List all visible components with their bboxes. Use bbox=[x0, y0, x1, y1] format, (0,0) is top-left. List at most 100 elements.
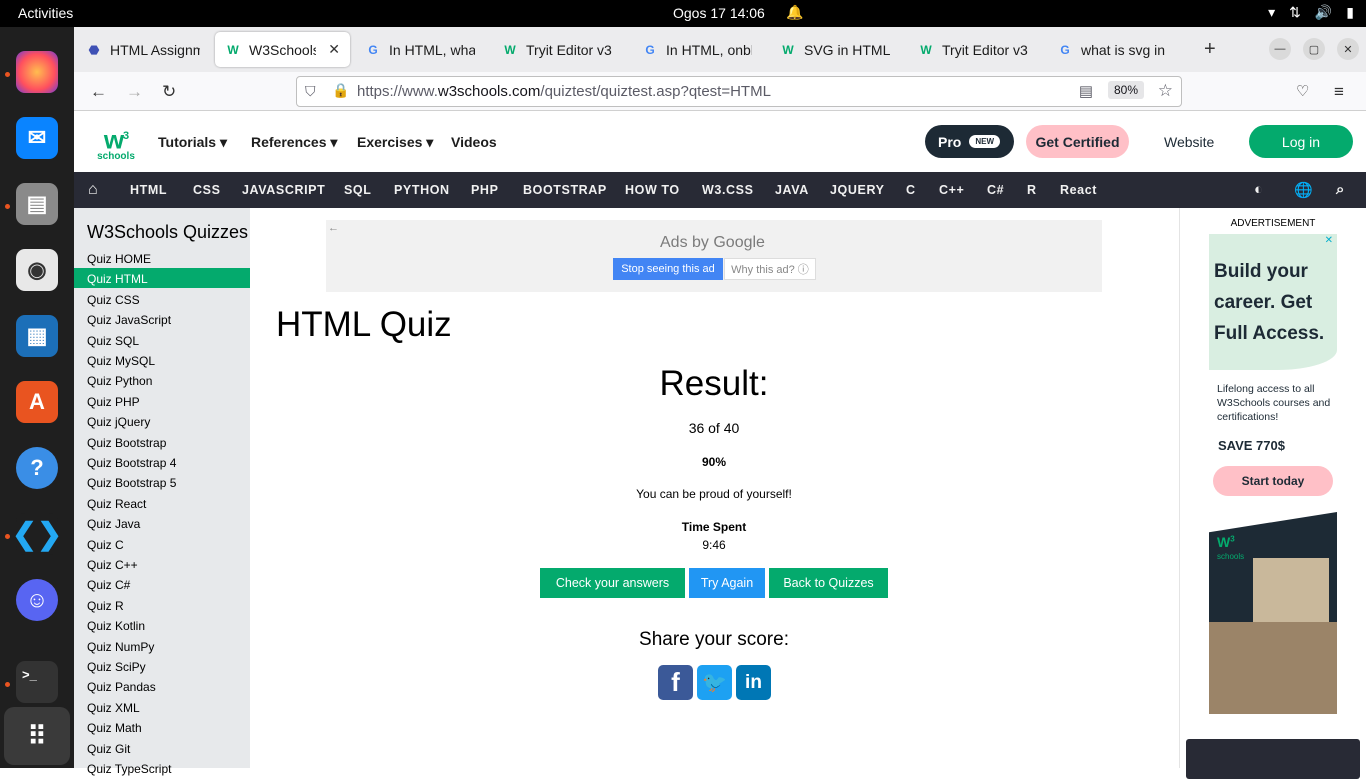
topnav-howto[interactable]: HOW TO bbox=[625, 183, 680, 197]
pro-button[interactable]: Pro NEW bbox=[925, 125, 1014, 158]
system-clock[interactable]: Ogos 17 14:06 bbox=[673, 5, 765, 21]
pocket-icon[interactable]: ♡ bbox=[1296, 82, 1309, 100]
topnav-jquery[interactable]: JQUERY bbox=[830, 183, 885, 197]
globe-icon[interactable]: 🌐 bbox=[1294, 181, 1313, 199]
facebook-share-icon[interactable]: f bbox=[658, 665, 693, 700]
sidebar-item-quiz-r[interactable]: Quiz R bbox=[74, 595, 250, 615]
back-icon[interactable]: ← bbox=[90, 82, 107, 102]
url-text[interactable]: https://www.w3schools.com/quiztest/quizt… bbox=[357, 83, 771, 100]
reader-view-icon[interactable]: ▤ bbox=[1079, 82, 1093, 100]
videos-menu[interactable]: Videos bbox=[451, 134, 497, 150]
twitter-share-icon[interactable]: 🐦 bbox=[697, 665, 732, 700]
sidebar-item-quiz-bootstrap-5[interactable]: Quiz Bootstrap 5 bbox=[74, 472, 250, 492]
discord-icon[interactable]: ☺ bbox=[16, 579, 58, 621]
firefox-icon[interactable] bbox=[16, 51, 58, 93]
topnav-sql[interactable]: SQL bbox=[344, 183, 372, 197]
topnav-php[interactable]: PHP bbox=[471, 183, 499, 197]
try-again-button[interactable]: Try Again bbox=[689, 568, 765, 598]
minimize-icon[interactable]: — bbox=[1269, 38, 1291, 60]
search-icon[interactable]: ⌕ bbox=[1336, 181, 1345, 198]
sidebar-item-quiz-pandas[interactable]: Quiz Pandas bbox=[74, 676, 250, 696]
forward-icon[interactable]: → bbox=[126, 82, 143, 102]
sidebar-item-quiz-jquery[interactable]: Quiz jQuery bbox=[74, 411, 250, 431]
w3schools-ad[interactable]: Build your career. Get Full Access. ✕ Li… bbox=[1209, 234, 1337, 714]
close-window-icon[interactable]: ✕ bbox=[1337, 38, 1359, 60]
reload-icon[interactable]: ↻ bbox=[162, 82, 176, 102]
tab-tryit-editor[interactable]: W Tryit Editor v3 bbox=[492, 32, 622, 67]
help-icon[interactable]: ? bbox=[16, 447, 58, 489]
why-this-ad-button[interactable]: Why this ad? ⓘ bbox=[724, 258, 816, 280]
ad-close-icon[interactable]: ✕ bbox=[1325, 235, 1333, 246]
url-bar[interactable]: ⛉ 🔒 https://www.w3schools.com/quiztest/q… bbox=[296, 76, 1182, 107]
sidebar-item-quiz-sql[interactable]: Quiz SQL bbox=[74, 330, 250, 350]
check-answers-button[interactable]: Check your answers bbox=[540, 568, 685, 598]
topnav-cpp[interactable]: C++ bbox=[939, 183, 964, 197]
topnav-react[interactable]: React bbox=[1060, 183, 1097, 197]
activities-button[interactable]: Activities bbox=[18, 5, 73, 21]
sidebar-item-quiz-php[interactable]: Quiz PHP bbox=[74, 391, 250, 411]
topnav-css[interactable]: CSS bbox=[193, 183, 221, 197]
bottom-ad-box[interactable] bbox=[1186, 739, 1360, 779]
topnav-javascript[interactable]: JAVASCRIPT bbox=[242, 183, 325, 197]
terminal-icon[interactable]: >_ bbox=[16, 661, 58, 703]
sidebar-item-quiz-python[interactable]: Quiz Python bbox=[74, 370, 250, 390]
references-menu[interactable]: References ▾ bbox=[251, 134, 337, 151]
sidebar-item-quiz-scipy[interactable]: Quiz SciPy bbox=[74, 656, 250, 676]
menu-icon[interactable]: ≡ bbox=[1334, 82, 1344, 102]
topnav-java[interactable]: JAVA bbox=[775, 183, 809, 197]
home-icon[interactable]: ⌂ bbox=[88, 181, 98, 199]
ad-back-icon[interactable]: ← bbox=[328, 222, 339, 234]
lock-icon[interactable]: 🔒 bbox=[332, 82, 349, 99]
topnav-csharp[interactable]: C# bbox=[987, 183, 1004, 197]
back-to-quizzes-button[interactable]: Back to Quizzes bbox=[769, 568, 888, 598]
sidebar-item-quiz-html[interactable]: Quiz HTML bbox=[74, 268, 250, 289]
vscode-icon[interactable]: ❮❯ bbox=[12, 513, 62, 555]
system-tray[interactable]: ▾ ⇅ 🔊 ▮ bbox=[1268, 4, 1354, 21]
show-apps-icon[interactable]: ⠿ bbox=[4, 707, 70, 765]
tab-svg-in-html[interactable]: W SVG in HTML bbox=[770, 32, 900, 67]
topnav-c[interactable]: C bbox=[906, 183, 916, 197]
thunderbird-icon[interactable]: ✉ bbox=[16, 117, 58, 159]
sidebar-item-quiz-kotlin[interactable]: Quiz Kotlin bbox=[74, 615, 250, 635]
tab-html-assignment[interactable]: ⬣ HTML Assignm bbox=[76, 32, 210, 67]
start-today-button[interactable]: Start today bbox=[1213, 466, 1333, 496]
sidebar-item-quiz-java[interactable]: Quiz Java bbox=[74, 513, 250, 533]
sidebar-item-quiz-git[interactable]: Quiz Git bbox=[74, 738, 250, 758]
topnav-r[interactable]: R bbox=[1027, 183, 1037, 197]
tab-google-search[interactable]: G In HTML, what bbox=[355, 32, 485, 67]
new-tab-icon[interactable]: + bbox=[1194, 32, 1226, 67]
tab-google-search[interactable]: G In HTML, onbl bbox=[632, 32, 762, 67]
sidebar-item-quiz-bootstrap-4[interactable]: Quiz Bootstrap 4 bbox=[74, 452, 250, 472]
sidebar-item-quiz-xml[interactable]: Quiz XML bbox=[74, 697, 250, 717]
tab-tryit-editor[interactable]: W Tryit Editor v3 bbox=[908, 32, 1038, 67]
sidebar-item-quiz-home[interactable]: Quiz HOME bbox=[74, 248, 250, 268]
tracking-shield-icon[interactable]: ⛉ bbox=[305, 83, 316, 100]
login-button[interactable]: Log in bbox=[1249, 125, 1353, 158]
sidebar-item-quiz-javascript[interactable]: Quiz JavaScript bbox=[74, 309, 250, 329]
close-tab-icon[interactable]: ✕ bbox=[328, 41, 340, 58]
topnav-python[interactable]: PYTHON bbox=[394, 183, 450, 197]
sidebar-item-quiz-typescript[interactable]: Quiz TypeScript bbox=[74, 758, 250, 778]
stop-seeing-ad-button[interactable]: Stop seeing this ad bbox=[613, 258, 723, 280]
exercises-menu[interactable]: Exercises ▾ bbox=[357, 134, 433, 151]
zoom-level[interactable]: 80% bbox=[1107, 81, 1144, 99]
tab-w3schools[interactable]: W W3Schools ✕ bbox=[215, 32, 350, 67]
dark-mode-icon[interactable]: ◐ bbox=[1254, 181, 1264, 198]
topnav-html[interactable]: HTML bbox=[130, 183, 167, 197]
sidebar-item-quiz-bootstrap[interactable]: Quiz Bootstrap bbox=[74, 432, 250, 452]
sidebar-item-quiz-c#[interactable]: Quiz C# bbox=[74, 574, 250, 594]
sidebar-item-quiz-math[interactable]: Quiz Math bbox=[74, 717, 250, 737]
rhythmbox-icon[interactable]: ◉ bbox=[16, 249, 58, 291]
maximize-icon[interactable]: ▢ bbox=[1303, 38, 1325, 60]
files-icon[interactable]: ▤ bbox=[16, 183, 58, 225]
get-certified-button[interactable]: Get Certified bbox=[1026, 125, 1129, 158]
sidebar-item-quiz-mysql[interactable]: Quiz MySQL bbox=[74, 350, 250, 370]
sidebar-item-quiz-c++[interactable]: Quiz C++ bbox=[74, 554, 250, 574]
linkedin-share-icon[interactable]: in bbox=[736, 665, 771, 700]
w3schools-logo[interactable]: w3 schools bbox=[96, 125, 136, 162]
app-center-icon[interactable]: A bbox=[16, 381, 58, 423]
topnav-bootstrap[interactable]: BOOTSTRAP bbox=[523, 183, 607, 197]
sidebar-item-quiz-c[interactable]: Quiz C bbox=[74, 534, 250, 554]
sidebar-item-quiz-react[interactable]: Quiz React bbox=[74, 493, 250, 513]
topnav-w3css[interactable]: W3.CSS bbox=[702, 183, 754, 197]
